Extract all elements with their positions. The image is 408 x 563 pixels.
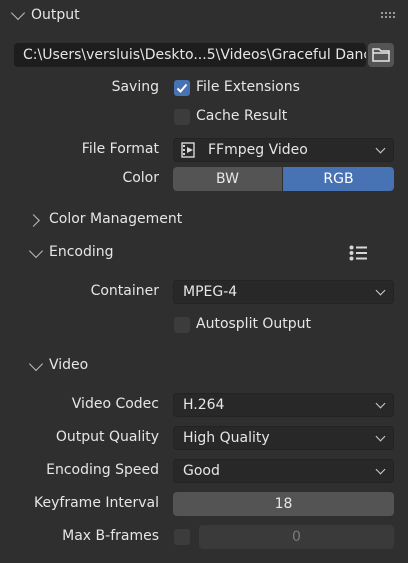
video-codec-label: Video Codec — [71, 396, 159, 412]
cache-result-label[interactable]: Cache Result — [196, 108, 287, 124]
max-bframes-value: 0 — [292, 529, 301, 545]
file-extensions-label[interactable]: File Extensions — [196, 79, 300, 95]
chevron-down-icon — [375, 285, 386, 296]
film-icon — [181, 142, 195, 158]
cache-result-checkbox[interactable] — [174, 109, 190, 125]
encoding-speed-dropdown[interactable]: Good — [173, 459, 394, 483]
max-bframes-label: Max B-frames — [62, 528, 159, 544]
chevron-down-icon — [375, 143, 386, 154]
autosplit-output-checkbox[interactable] — [174, 317, 190, 333]
chevron-right-icon — [27, 214, 40, 227]
chevron-down-icon — [375, 398, 386, 409]
color-label: Color — [122, 170, 159, 186]
encoding-speed-label: Encoding Speed — [46, 462, 159, 478]
file-format-dropdown[interactable]: FFmpeg Video — [173, 138, 394, 162]
container-dropdown[interactable]: MPEG-4 — [173, 280, 394, 304]
keyframe-interval-value: 18 — [274, 496, 293, 512]
browse-folder-button[interactable] — [368, 43, 394, 67]
drag-handle-icon[interactable] — [381, 12, 397, 20]
autosplit-output-label[interactable]: Autosplit Output — [196, 316, 311, 332]
container-label: Container — [90, 283, 159, 299]
chevron-down-icon — [375, 431, 386, 442]
output-quality-label: Output Quality — [55, 429, 159, 445]
output-panel-title: Output — [31, 7, 80, 23]
color-rgb-label: RGB — [323, 171, 354, 187]
chevron-down-icon — [28, 356, 44, 372]
video-header[interactable]: Video — [0, 354, 408, 378]
output-quality-dropdown[interactable]: High Quality — [173, 426, 394, 450]
encoding-title: Encoding — [49, 244, 114, 260]
color-rgb-button[interactable]: RGB — [283, 167, 394, 191]
output-panel-header[interactable]: Output — [0, 4, 408, 28]
chevron-down-icon — [375, 464, 386, 475]
max-bframes-checkbox[interactable] — [174, 529, 190, 545]
folder-icon — [372, 48, 390, 62]
max-bframes-field[interactable]: 0 — [199, 525, 394, 549]
color-bw-button[interactable]: BW — [173, 167, 282, 191]
keyframe-interval-field[interactable]: 18 — [173, 492, 394, 516]
output-quality-value: High Quality — [183, 430, 270, 446]
keyframe-interval-label: Keyframe Interval — [34, 495, 159, 511]
chevron-down-icon — [10, 5, 26, 21]
encoding-header[interactable]: Encoding — [0, 241, 408, 265]
video-title: Video — [49, 357, 89, 373]
presets-list-icon[interactable] — [349, 245, 367, 261]
output-path-text: C:\Users\versluis\Deskto...5\Videos\Grac… — [23, 47, 366, 63]
video-codec-value: H.264 — [183, 397, 225, 413]
file-format-label: File Format — [81, 141, 159, 157]
checkmark-icon — [176, 83, 188, 93]
file-format-value: FFmpeg Video — [208, 142, 308, 158]
container-value: MPEG-4 — [183, 284, 238, 300]
saving-label: Saving — [111, 79, 159, 95]
file-extensions-checkbox[interactable] — [174, 80, 190, 96]
video-codec-dropdown[interactable]: H.264 — [173, 393, 394, 417]
color-management-title: Color Management — [49, 211, 183, 227]
encoding-speed-value: Good — [183, 463, 220, 479]
output-path-input[interactable]: C:\Users\versluis\Deskto...5\Videos\Grac… — [14, 43, 366, 67]
color-management-header[interactable]: Color Management — [0, 208, 408, 232]
chevron-down-icon — [28, 243, 44, 259]
color-bw-label: BW — [216, 171, 239, 187]
